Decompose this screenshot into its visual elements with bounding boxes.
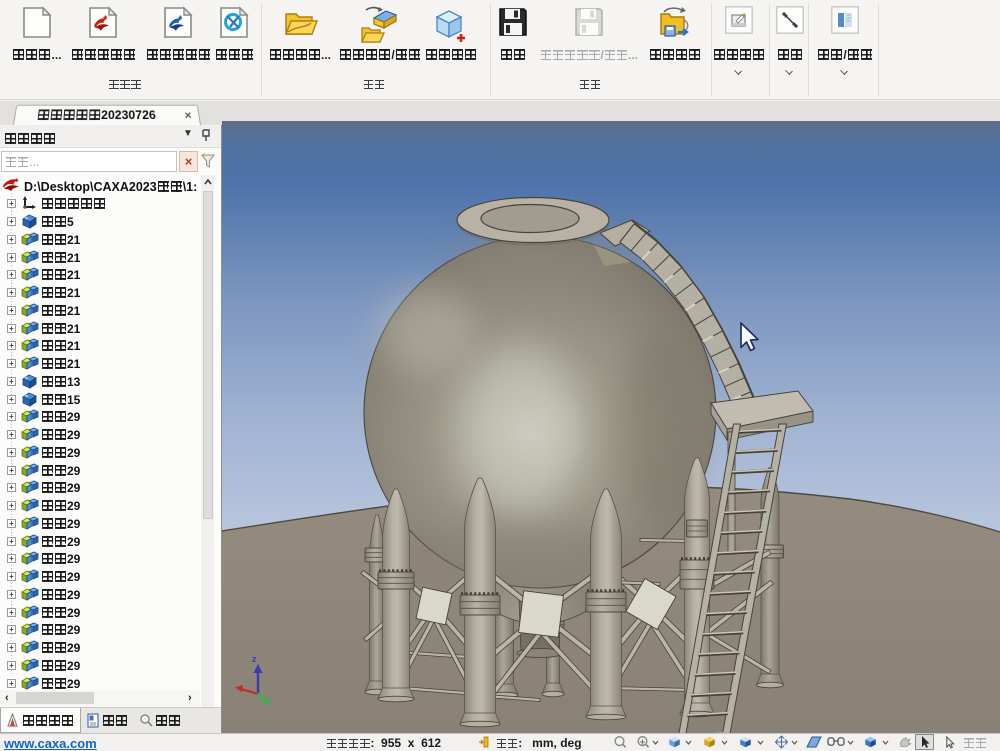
- svg-text:z: z: [252, 654, 257, 664]
